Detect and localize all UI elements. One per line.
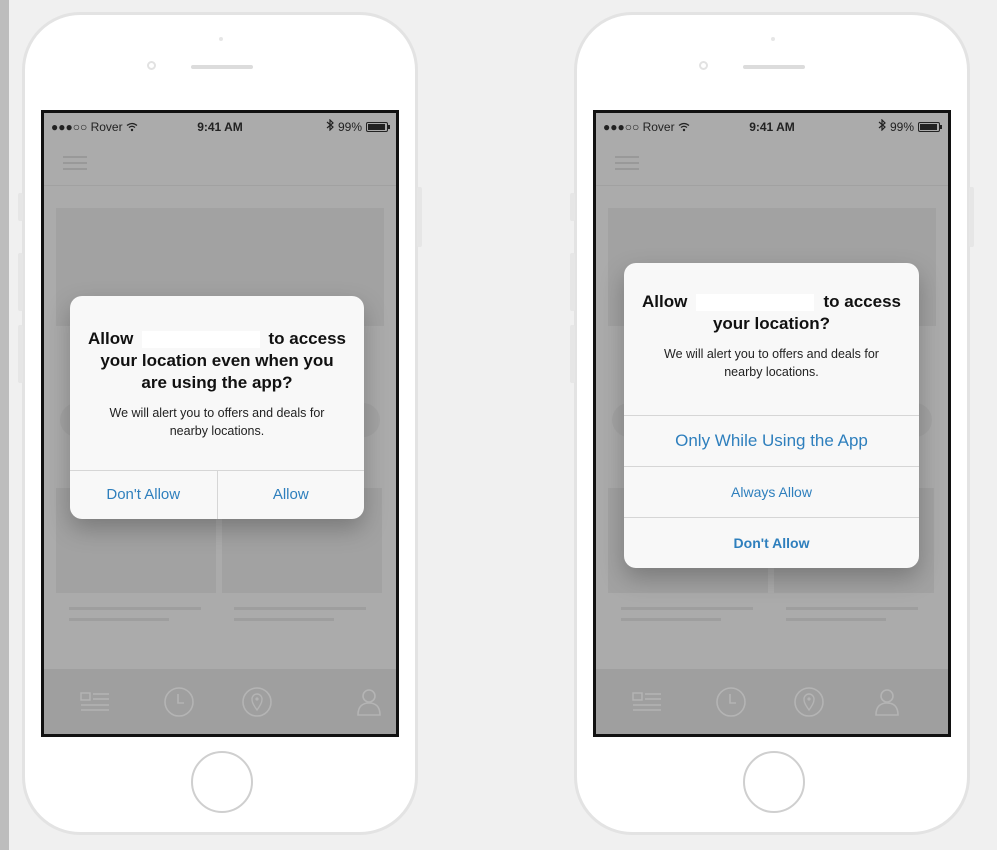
placeholder-line — [234, 618, 334, 621]
screen: ●●●○○ Rover 9:41 AM 99% Allow to access … — [41, 110, 399, 737]
clock-icon[interactable] — [162, 685, 196, 719]
menu-icon[interactable] — [615, 156, 639, 174]
location-permission-alert: Allow to access your location even when … — [70, 296, 364, 519]
only-while-using-button[interactable]: Only While Using the App — [624, 415, 919, 466]
always-allow-button[interactable]: Always Allow — [624, 466, 919, 517]
volume-up-button — [570, 253, 575, 311]
location-pin-icon[interactable] — [240, 685, 274, 719]
status-bar: ●●●○○ Rover 9:41 AM 99% — [596, 113, 948, 139]
earpiece-speaker — [191, 65, 253, 69]
battery-icon — [918, 121, 942, 132]
placeholder-line — [786, 618, 886, 621]
volume-down-button — [18, 325, 23, 383]
redacted-app-name — [696, 293, 815, 311]
sensor-dot — [771, 37, 775, 41]
placeholder-line — [234, 607, 366, 610]
dont-allow-button[interactable]: Don't Allow — [70, 471, 217, 519]
battery-icon — [366, 121, 390, 132]
redacted-app-name — [141, 330, 260, 348]
mute-switch — [570, 193, 575, 221]
placeholder-line — [69, 618, 169, 621]
alert-message: We will alert you to offers and deals fo… — [664, 347, 879, 379]
profile-icon[interactable] — [352, 685, 386, 719]
dont-allow-button[interactable]: Don't Allow — [624, 517, 919, 568]
placeholder-line — [621, 607, 753, 610]
tab-bar — [44, 669, 396, 734]
bluetooth-icon — [878, 118, 886, 134]
battery-percent: 99% — [337, 119, 362, 134]
bluetooth-icon — [326, 118, 334, 134]
front-camera — [147, 61, 156, 70]
alert-title: Allow to access your location even when … — [88, 329, 346, 392]
power-button — [969, 187, 974, 247]
power-button — [417, 187, 422, 247]
allow-button[interactable]: Allow — [216, 471, 365, 519]
phone-left: ●●●○○ Rover 9:41 AM 99% Allow to access … — [18, 12, 422, 835]
earpiece-speaker — [743, 65, 805, 69]
tab-bar — [596, 669, 948, 734]
sensor-dot — [219, 37, 223, 41]
placeholder-line — [621, 618, 721, 621]
front-camera — [699, 61, 708, 70]
volume-up-button — [18, 253, 23, 311]
status-right: 99% — [878, 118, 942, 134]
status-bar: ●●●○○ Rover 9:41 AM 99% — [44, 113, 396, 139]
phone-right: ●●●○○ Rover 9:41 AM 99% Allow to access … — [570, 12, 974, 835]
clock-icon[interactable] — [714, 685, 748, 719]
menu-icon[interactable] — [63, 156, 87, 174]
profile-icon[interactable] — [870, 685, 904, 719]
alert-title: Allow to access your location? — [642, 292, 901, 333]
battery-percent: 99% — [889, 119, 914, 134]
alert-button-stack: Only While Using the App Always Allow Do… — [624, 415, 919, 568]
location-permission-alert: Allow to access your location? We will a… — [624, 263, 919, 568]
placeholder-line — [786, 607, 918, 610]
screen: ●●●○○ Rover 9:41 AM 99% Allow to access … — [593, 110, 951, 737]
placeholder-line — [69, 607, 201, 610]
location-pin-icon[interactable] — [792, 685, 826, 719]
alert-message: We will alert you to offers and deals fo… — [109, 406, 325, 438]
navbar-divider — [44, 185, 396, 186]
home-button[interactable] — [191, 751, 253, 813]
page-edge — [0, 0, 9, 850]
navbar-divider — [596, 185, 948, 186]
volume-down-button — [570, 325, 575, 383]
list-icon[interactable] — [630, 685, 664, 719]
status-right: 99% — [326, 118, 390, 134]
mute-switch — [18, 193, 23, 221]
list-icon[interactable] — [78, 685, 112, 719]
alert-button-row: Don't Allow Allow — [70, 470, 364, 519]
home-button[interactable] — [743, 751, 805, 813]
